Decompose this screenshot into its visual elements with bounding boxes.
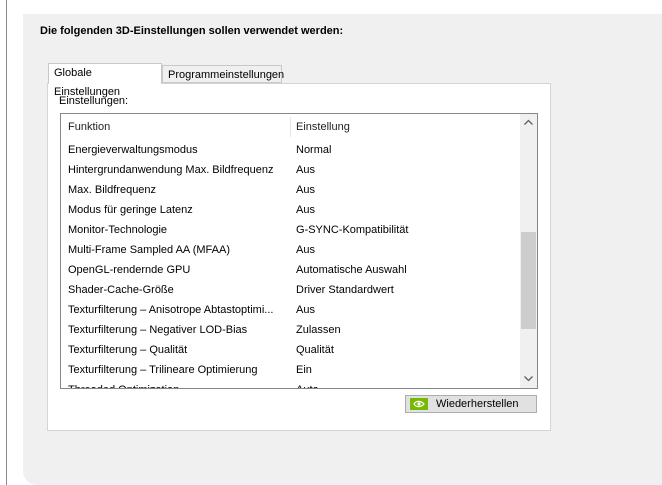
row-function: OpenGL-rendernde GPU bbox=[68, 264, 191, 276]
chevron-up-icon[interactable] bbox=[520, 114, 537, 131]
column-header-function[interactable]: Funktion bbox=[68, 114, 110, 140]
row-value: Auto bbox=[296, 380, 506, 388]
restore-button[interactable]: Wiederherstellen bbox=[405, 395, 537, 413]
tab-program-settings[interactable]: Programmeinstellungen bbox=[162, 65, 284, 83]
table-row[interactable]: Hintergrundanwendung Max. Bildfrequenz A… bbox=[61, 160, 519, 180]
nvidia-logo-icon bbox=[410, 398, 428, 410]
row-value: Driver Standardwert bbox=[296, 284, 394, 296]
table-row[interactable]: Energieverwaltungsmodus Normal bbox=[61, 140, 519, 160]
table-row[interactable]: Monitor-Technologie G-SYNC-Kompatibilitä… bbox=[61, 220, 519, 240]
scrollbar-thumb[interactable] bbox=[521, 232, 536, 329]
table-row[interactable]: Texturfilterung – Negativer LOD-Bias Zul… bbox=[61, 320, 519, 340]
row-value: Aus bbox=[296, 204, 315, 216]
restore-button-label: Wiederherstellen bbox=[436, 398, 519, 410]
settings-label: Einstellungen: bbox=[59, 95, 129, 107]
row-value: Aus bbox=[296, 304, 315, 316]
row-value: Qualität bbox=[296, 344, 334, 356]
table-row[interactable]: Max. Bildfrequenz Aus bbox=[61, 180, 519, 200]
table-row[interactable]: Threaded Optimization Auto bbox=[61, 380, 519, 388]
row-value: Aus bbox=[296, 184, 315, 196]
table-row[interactable]: Shader-Cache-Größe Driver Standardwert bbox=[61, 280, 519, 300]
column-header-setting[interactable]: Einstellung bbox=[296, 114, 350, 140]
tab-global-settings[interactable]: Globale Einstellungen bbox=[48, 63, 162, 98]
row-function: Hintergrundanwendung Max. Bildfrequenz bbox=[68, 164, 274, 176]
vertical-scrollbar[interactable] bbox=[520, 114, 537, 388]
window-left-border bbox=[6, 0, 7, 485]
settings-rows: Energieverwaltungsmodus Normal Hintergru… bbox=[61, 140, 519, 388]
row-function: Modus für geringe Latenz bbox=[68, 204, 193, 216]
row-function: Energieverwaltungsmodus bbox=[68, 144, 198, 156]
table-row[interactable]: Multi-Frame Sampled AA (MFAA) Aus bbox=[61, 240, 519, 260]
row-function: Max. Bildfrequenz bbox=[68, 184, 157, 196]
table-row[interactable]: Texturfilterung – Trilineare Optimierung… bbox=[61, 360, 519, 380]
settings-list[interactable]: Funktion Einstellung Energieverwaltungsm… bbox=[60, 113, 538, 389]
row-function: Texturfilterung – Anisotrope Abtastoptim… bbox=[68, 304, 274, 316]
row-value: Normal bbox=[296, 144, 332, 156]
column-divider[interactable] bbox=[290, 117, 291, 137]
table-row[interactable]: Modus für geringe Latenz Aus bbox=[61, 200, 519, 220]
row-function: Shader-Cache-Größe bbox=[68, 284, 174, 296]
row-value: Automatische Auswahl bbox=[296, 264, 407, 276]
row-function: Monitor-Technologie bbox=[68, 224, 168, 236]
section-title: Die folgenden 3D-Einstellungen sollen ve… bbox=[40, 25, 344, 37]
row-function: Texturfilterung – Negativer LOD-Bias bbox=[68, 324, 248, 336]
row-value: Aus bbox=[296, 164, 315, 176]
chevron-down-icon[interactable] bbox=[520, 371, 537, 388]
row-value: Aus bbox=[296, 244, 315, 256]
row-function: Texturfilterung – Trilineare Optimierung bbox=[68, 364, 258, 376]
row-function: Texturfilterung – Qualität bbox=[68, 344, 188, 356]
list-header: Funktion Einstellung bbox=[61, 114, 519, 140]
row-value: Ein bbox=[296, 364, 312, 376]
row-value: G-SYNC-Kompatibilität bbox=[296, 224, 409, 236]
row-value: Zulassen bbox=[296, 324, 341, 336]
table-row[interactable]: Texturfilterung – Anisotrope Abtastoptim… bbox=[61, 300, 519, 320]
row-function: Multi-Frame Sampled AA (MFAA) bbox=[68, 244, 230, 256]
table-row[interactable]: Texturfilterung – Qualität Qualität bbox=[61, 340, 519, 360]
row-function: Threaded Optimization bbox=[68, 380, 284, 388]
table-row[interactable]: OpenGL-rendernde GPU Automatische Auswah… bbox=[61, 260, 519, 280]
